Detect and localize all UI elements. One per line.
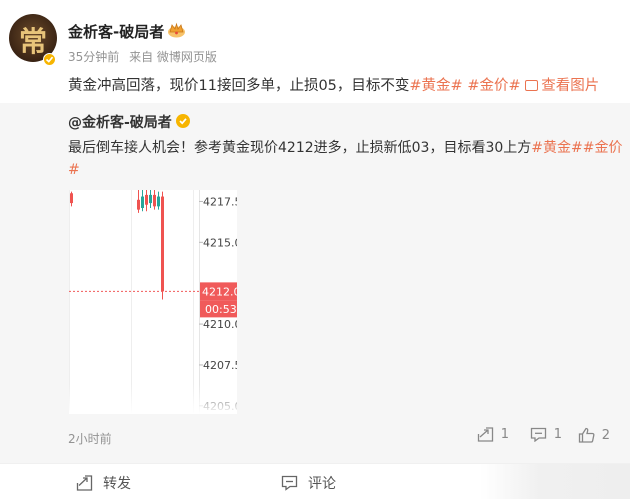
like-count: 2 bbox=[601, 428, 610, 443]
price-tick-label: 4210.0 bbox=[203, 318, 237, 331]
bottom-action-bar: 转发 评论 bbox=[0, 463, 630, 499]
repost-label: 转发 bbox=[103, 476, 131, 492]
comment-icon bbox=[281, 475, 298, 491]
chart-fade bbox=[69, 384, 237, 414]
comment-count: 1 bbox=[553, 427, 562, 442]
image-icon bbox=[525, 80, 539, 91]
price-tick-label: 4207.5 bbox=[203, 359, 237, 372]
post-text: 黄金冲高回落，现价11接回多单，止损05，目标不变#黄金# #金价# 查看图片 bbox=[68, 74, 599, 95]
repost-hashtag-cont[interactable]: # bbox=[68, 162, 80, 178]
candle-body bbox=[137, 199, 140, 210]
post-source: 来自 微博网页版 bbox=[129, 50, 217, 64]
repost-icon bbox=[76, 475, 93, 491]
repost-text: 最后倒车接人机会！参考黄金现价4212进多，止损新低03，目标看30上方#黄金#… bbox=[68, 137, 628, 181]
price-tick-label: 4217.5 bbox=[203, 195, 237, 208]
like-area-fade bbox=[480, 464, 630, 499]
comment-icon bbox=[530, 427, 546, 443]
candle-body bbox=[145, 194, 148, 205]
repost-time[interactable]: 2小时前 bbox=[68, 430, 112, 447]
hashtag-gold-price[interactable]: #金价# bbox=[467, 78, 520, 94]
post-time[interactable]: 35分钟前 bbox=[68, 50, 119, 64]
post-meta: 35分钟前 来自 微博网页版 bbox=[68, 48, 223, 65]
repost-text-main: 最后倒车接人机会！参考黄金现价4212进多，止损新低03，目标看30上方 bbox=[68, 140, 532, 156]
candle-body bbox=[157, 196, 160, 207]
price-chart[interactable]: 4217.54215.04210.04207.54205.04212.000:5… bbox=[69, 190, 237, 414]
crown-icon bbox=[167, 22, 186, 38]
view-image-link[interactable]: 查看图片 bbox=[525, 78, 599, 94]
candle-body bbox=[153, 194, 156, 207]
share-icon bbox=[477, 427, 493, 442]
hashtag-gold[interactable]: #黄金# bbox=[409, 78, 462, 94]
candle-body bbox=[141, 196, 144, 208]
verified-badge-icon bbox=[43, 53, 56, 66]
comment-label: 评论 bbox=[308, 476, 336, 492]
repost-share-button[interactable]: 1 bbox=[477, 427, 509, 447]
candle-body bbox=[70, 193, 73, 204]
candle-body bbox=[149, 194, 152, 204]
repost-card[interactable]: @金析客-破局者 最后倒车接人机会！参考黄金现价4212进多，止损新低03，目标… bbox=[0, 103, 630, 463]
repost-like-button[interactable]: 2 bbox=[578, 427, 610, 447]
post-username[interactable]: 金析客-破局者 bbox=[68, 21, 164, 42]
post-text-main: 黄金冲高回落，现价11接回多单，止损05，目标不变 bbox=[68, 78, 410, 94]
repost-hashtag-gold-price[interactable]: #金价 bbox=[583, 140, 623, 156]
comment-button[interactable]: 评论 bbox=[281, 473, 336, 493]
post-header: 常 金析客-破局者 35分钟前 来自 微博网页版 bbox=[0, 0, 630, 70]
candle-body bbox=[161, 196, 164, 292]
repost-hashtag-gold[interactable]: #黄金# bbox=[531, 140, 582, 156]
chart-svg: 4217.54215.04210.04207.54205.04212.000:5… bbox=[69, 190, 237, 414]
view-image-label: 查看图片 bbox=[541, 78, 600, 94]
thumbs-up-icon bbox=[578, 427, 595, 443]
repost-button[interactable]: 转发 bbox=[76, 473, 131, 493]
price-tick-label: 4215.0 bbox=[203, 236, 237, 249]
share-count: 1 bbox=[500, 427, 509, 442]
gold-verified-icon bbox=[176, 114, 190, 128]
repost-comment-button[interactable]: 1 bbox=[530, 427, 562, 447]
countdown-label: 00:53 bbox=[205, 303, 237, 316]
current-price-label: 4212.0 bbox=[202, 285, 237, 298]
repost-username[interactable]: @金析客-破局者 bbox=[68, 112, 172, 132]
